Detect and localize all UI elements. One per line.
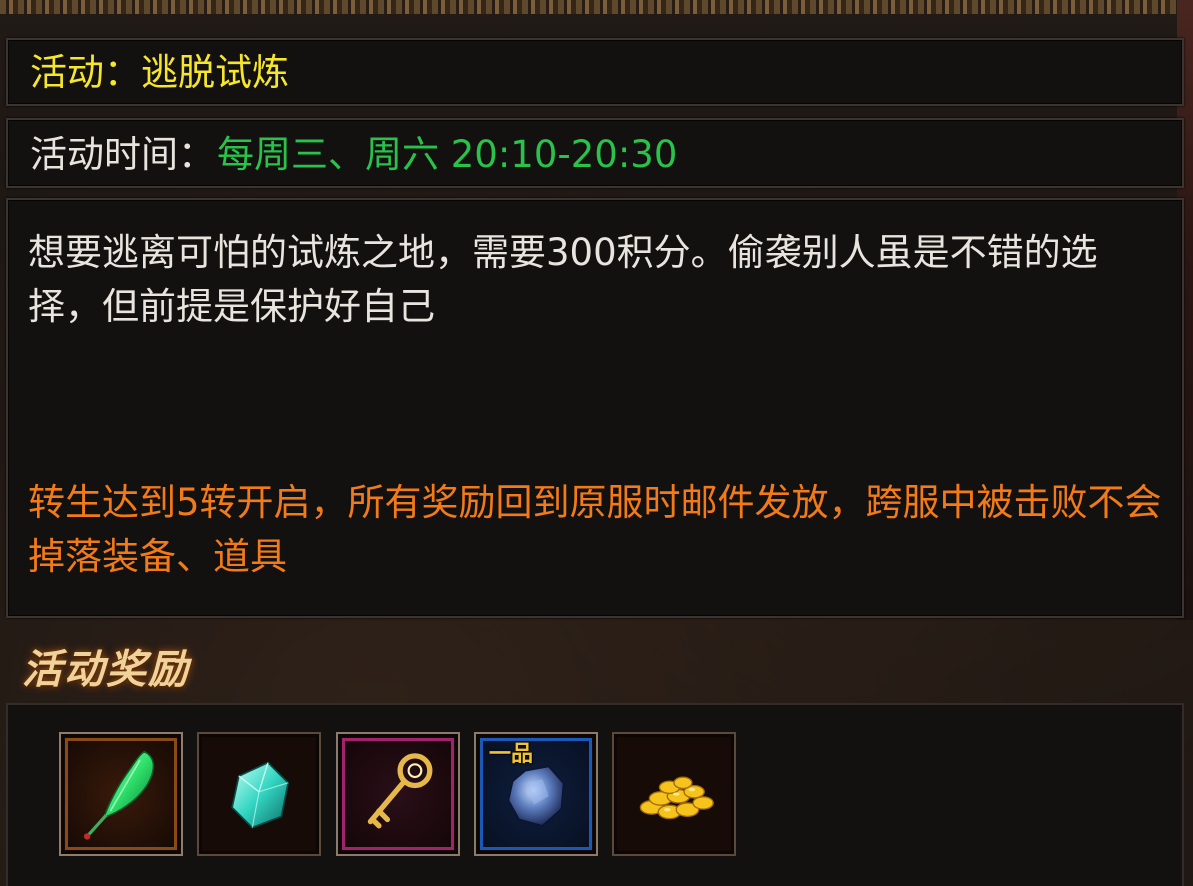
activity-time-value: 每周三、周六 20:10-20:30 — [217, 133, 678, 176]
cyan-gem-icon — [231, 761, 290, 829]
reward-slot-gold[interactable] — [612, 732, 736, 856]
reward-slot-gem[interactable] — [197, 732, 321, 856]
reward-frame — [65, 738, 177, 850]
reward-frame: 一品 — [480, 738, 592, 850]
reward-frame — [618, 738, 730, 850]
rewards-panel: 一品 — [6, 703, 1184, 886]
green-feather-icon — [83, 750, 155, 840]
activity-detail-screen: 活动：逃脱试炼 活动时间：每周三、周六 20:10-20:30 想要逃离可怕的试… — [0, 0, 1193, 886]
gold-coins-icon — [639, 776, 714, 820]
reward-slot-feather[interactable] — [59, 732, 183, 856]
activity-time-row: 活动时间：每周三、周六 20:10-20:30 — [30, 133, 677, 177]
reward-slot-ore[interactable]: 一品 — [474, 732, 598, 856]
activity-notice: 转生达到5转开启，所有奖励回到原服时邮件发放，跨服中被击败不会掉落装备、道具 — [28, 481, 1162, 578]
item-grade-tag: 一品 — [489, 742, 534, 767]
activity-title-panel: 活动：逃脱试炼 — [6, 38, 1184, 106]
activity-description-panel: 想要逃离可怕的试炼之地，需要300积分。偷袭别人虽是不错的选择，但前提是保护好自… — [6, 198, 1184, 618]
activity-time-label: 活动时间： — [30, 133, 215, 176]
activity-time-panel: 活动时间：每周三、周六 20:10-20:30 — [6, 118, 1184, 188]
golden-key-icon — [367, 753, 433, 829]
reward-frame — [203, 738, 315, 850]
reward-frame — [342, 738, 454, 850]
rewards-heading: 活动奖励 — [22, 646, 190, 693]
reward-slot-key[interactable] — [336, 732, 460, 856]
ornate-top-border — [0, 0, 1193, 14]
activity-title: 活动：逃脱试炼 — [30, 51, 289, 94]
activity-description: 想要逃离可怕的试炼之地，需要300积分。偷袭别人虽是不错的选择，但前提是保护好自… — [28, 231, 1098, 328]
